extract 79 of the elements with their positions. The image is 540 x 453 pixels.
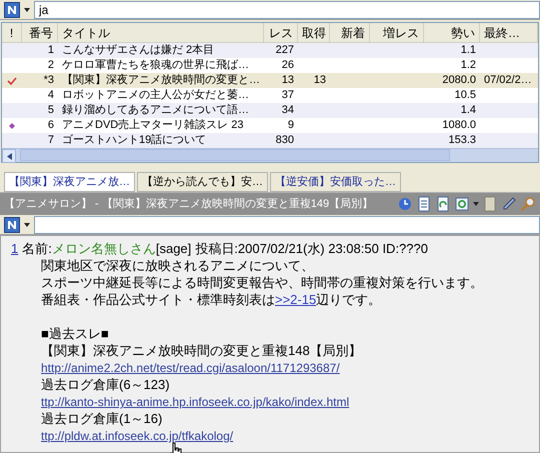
n-logo-icon[interactable] [4,2,20,18]
post-number-link[interactable]: 1 [11,240,18,257]
clock-icon[interactable] [397,196,413,212]
column-header[interactable]: 増レス [370,23,424,42]
table-cell: 830 [276,133,294,148]
table-cell: こんなサザエさんは嫌だ 2本目 [62,43,214,58]
table-cell: 7 [48,133,54,148]
post-meta: 投稿日:2007/02/21(水) 23:08:50 ID:???0 [195,240,428,257]
post-text: 【関東】深夜アニメ放映時間の変更と重複148【局別】 [41,342,362,359]
column-header[interactable]: タイトル [58,23,264,42]
post-text: 番組表・作品公式サイト・標準時刻表は>>2-15辺りです。 [41,291,382,308]
column-header[interactable]: 新着 [330,23,370,42]
table-cell: 2 [48,58,54,73]
poster-name: メロン名無しさん [52,240,156,257]
pen-icon[interactable] [501,196,517,212]
scroll-left-icon[interactable] [2,149,16,163]
table-cell: 1.2 [460,58,476,73]
document-refresh-icon[interactable] [435,196,451,212]
post-text: 過去ログ倉庫(1～16) [41,410,162,427]
table-cell: 1 [48,43,54,58]
column-header[interactable]: 勢い [424,23,480,42]
table-cell: 6 [48,118,54,133]
table-cell: 34 [282,103,294,118]
table-cell: 10.5 [454,88,476,103]
table-cell: 4 [48,88,54,103]
horizontal-scrollbar[interactable] [2,148,538,162]
mail-field: [sage] [156,240,192,257]
table-cell: 13 [282,73,294,88]
table-cell: 9 [288,118,294,133]
filter-field[interactable]: ja [34,0,540,18]
post-text: ■過去スレ■ [41,325,109,342]
table-cell: 録り溜めしてあるアニメについて語… [62,103,249,118]
column-header[interactable]: 取得 [298,23,330,42]
thread-tab[interactable]: 【逆から読んでも】安… [137,172,268,192]
anchor-link[interactable]: >>2-15 [275,292,316,307]
table-cell: 26 [282,58,294,73]
thread-row[interactable]: *3 【関東】深夜アニメ放映時間の変更と… 13 13 2080.0 07/02/2… [2,73,538,88]
thread-tab[interactable]: 【逆安価】安価取った… [270,172,401,192]
blank-page-icon[interactable] [482,196,498,212]
table-cell: ゴーストハント19話について [62,133,206,148]
url-link[interactable]: http://anime2.2ch.net/test/read.cgi/asaloon/1171293687/ [41,361,340,375]
search-icon[interactable] [520,196,536,212]
thread-row[interactable]: 1 こんなサザエさんは嫌だ 2本目 227 1.1 [2,43,538,58]
table-cell: 【関東】深夜アニメ放映時間の変更と… [62,73,260,88]
table-cell: アニメDVD売上マターリ雑談スレ 23 [62,118,244,133]
table-cell: 2080.0 [442,73,476,88]
table-cell: ロボットアニメの主人公が女だと萎… [62,88,249,103]
table-cell: 5 [48,103,54,118]
table-cell: 07/02/2… [484,73,532,88]
table-cell: ケロロ軍曹たちを狼魂の世界に飛ば… [62,58,249,73]
table-cell: 1080.0 [442,118,476,133]
scroll-thumb[interactable] [20,149,450,161]
refresh-icon[interactable] [454,196,470,212]
post-text: 関東地区で深夜に放映されるアニメについて、 [41,257,314,274]
thread-tab[interactable]: 【関東】深夜アニメ放… [4,172,135,192]
column-header[interactable]: 番号 [22,23,58,42]
thread-row[interactable]: 7 ゴーストハント19話について 830 153.3 [2,133,538,148]
post-text: 過去ログ倉庫(6～123) [41,376,170,393]
table-cell: 153.3 [448,133,476,148]
table-cell: *3 [44,73,54,88]
document-icon[interactable] [416,196,432,212]
dropdown-caret-icon[interactable] [24,8,30,12]
post-text: スポーツ中継延長等による時間変更報告や、時間帯の重複対策を行います。 [41,274,483,291]
table-cell: 227 [276,43,294,58]
dropdown-caret-icon[interactable] [24,222,30,226]
table-cell: 13 [314,73,326,88]
column-header[interactable]: レス [264,23,298,42]
name-label: 名前: [22,240,52,257]
column-header[interactable]: 最終… [480,23,538,42]
url-link[interactable]: ttp://pldw.at.infoseek.co.jp/tfkakolog/ [41,429,234,443]
table-cell: 1.1 [460,43,476,58]
search-field[interactable] [34,216,540,234]
thread-title: 【アニメサロン】 - 【関東】深夜アニメ放映時間の変更と重複149【局別】 [4,196,374,212]
table-cell: 1.4 [460,103,476,118]
table-cell: 37 [282,88,294,103]
n-logo-icon[interactable] [4,216,20,232]
thread-row[interactable]: 5 録り溜めしてあるアニメについて語… 34 1.4 [2,103,538,118]
column-header[interactable]: ! [2,23,22,42]
url-link[interactable]: ttp://kanto-shinya-anime.hp.infoseek.co.jp/kako/index.html [41,395,350,409]
